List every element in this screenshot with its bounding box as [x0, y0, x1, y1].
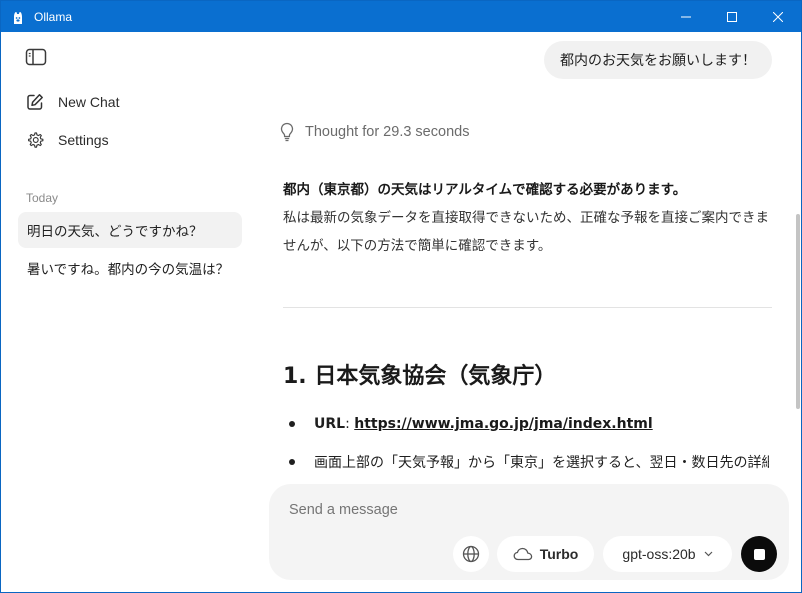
- list-item-text: 画面上部の「天気予報」から「東京」を選択すると、翌日・数日先の詳細: [314, 455, 769, 471]
- section-label-today: Today: [26, 191, 59, 205]
- model-name: gpt-oss:20b: [622, 546, 696, 562]
- globe-icon: [462, 545, 480, 563]
- url-label: URL: [314, 416, 346, 432]
- close-button[interactable]: [755, 1, 801, 32]
- chat-history-title: 明日の天気、どうですかね？: [27, 224, 203, 240]
- window-title: Ollama: [34, 9, 73, 24]
- minimize-button[interactable]: [663, 1, 709, 32]
- new-chat-icon: [25, 92, 45, 112]
- lightbulb-icon: [280, 122, 294, 142]
- gear-icon: [25, 130, 45, 150]
- user-message-bubble: 都内のお天気をお願いします！: [544, 41, 772, 79]
- maximize-icon: [727, 11, 737, 22]
- answer-body: 私は最新の気象データを直接取得できないため、正確な予報を直接ご案内できませんが、…: [283, 210, 769, 254]
- list-item: 画面上部の「天気予報」から「東京」を選択すると、翌日・数日先の詳細: [289, 452, 769, 472]
- section-heading: 1. 日本気象協会（気象庁）: [283, 364, 557, 389]
- turbo-toggle[interactable]: Turbo: [497, 536, 594, 572]
- user-message-text: 都内のお天気をお願いします！: [560, 53, 756, 69]
- thought-toggle[interactable]: Thought for 29.3 seconds: [280, 122, 469, 142]
- app-window: Ollama New Chat Settings Today 明日の天気、どうで…: [0, 0, 802, 593]
- title-bar: Ollama: [1, 1, 801, 32]
- bullet-dot: [289, 421, 295, 427]
- stop-icon: [753, 548, 765, 560]
- sidebar: New Chat Settings Today 明日の天気、どうですかね？ 暑い…: [1, 32, 256, 592]
- settings-label: Settings: [58, 132, 109, 148]
- message-input[interactable]: [289, 502, 689, 518]
- model-select[interactable]: gpt-oss:20b: [603, 536, 732, 572]
- close-icon: [773, 11, 783, 22]
- turbo-label: Turbo: [539, 546, 579, 562]
- chat-panel: 都内のお天気をお願いします！ Thought for 29.3 seconds …: [256, 32, 801, 592]
- answer-lead: 都内（東京都）の天気はリアルタイムで確認する必要があります。: [283, 182, 687, 198]
- assistant-answer: 都内（東京都）の天気はリアルタイムで確認する必要があります。 私は最新の気象デー…: [283, 178, 773, 260]
- jma-link[interactable]: https://www.jma.go.jp/jma/index.html: [354, 416, 652, 432]
- bullet-dot: [289, 459, 295, 465]
- ollama-logo-icon: [14, 11, 22, 24]
- cloud-icon: [513, 547, 532, 561]
- list-item: URL : https://www.jma.go.jp/jma/index.ht…: [289, 416, 769, 432]
- maximize-button[interactable]: [709, 1, 755, 32]
- minimize-icon: [681, 16, 691, 17]
- chevron-down-icon: [704, 551, 713, 557]
- composer: Turbo gpt-oss:20b: [269, 484, 789, 580]
- chat-history-item[interactable]: 暑いですね。都内の今の気温は？: [18, 250, 242, 286]
- scrollbar[interactable]: [795, 32, 801, 592]
- settings-button[interactable]: Settings: [25, 130, 109, 150]
- new-chat-button[interactable]: New Chat: [25, 92, 119, 112]
- scrollbar-thumb[interactable]: [796, 214, 800, 409]
- chat-history-title: 暑いですね。都内の今の気温は？: [27, 262, 230, 278]
- sidebar-toggle-icon[interactable]: [25, 48, 47, 66]
- chat-history-item[interactable]: 明日の天気、どうですかね？: [18, 212, 242, 248]
- web-search-button[interactable]: [453, 536, 489, 572]
- url-separator: :: [345, 416, 355, 432]
- stop-button[interactable]: [741, 536, 777, 572]
- new-chat-label: New Chat: [58, 94, 120, 110]
- thought-label: Thought for 29.3 seconds: [305, 124, 470, 140]
- divider: [283, 307, 772, 308]
